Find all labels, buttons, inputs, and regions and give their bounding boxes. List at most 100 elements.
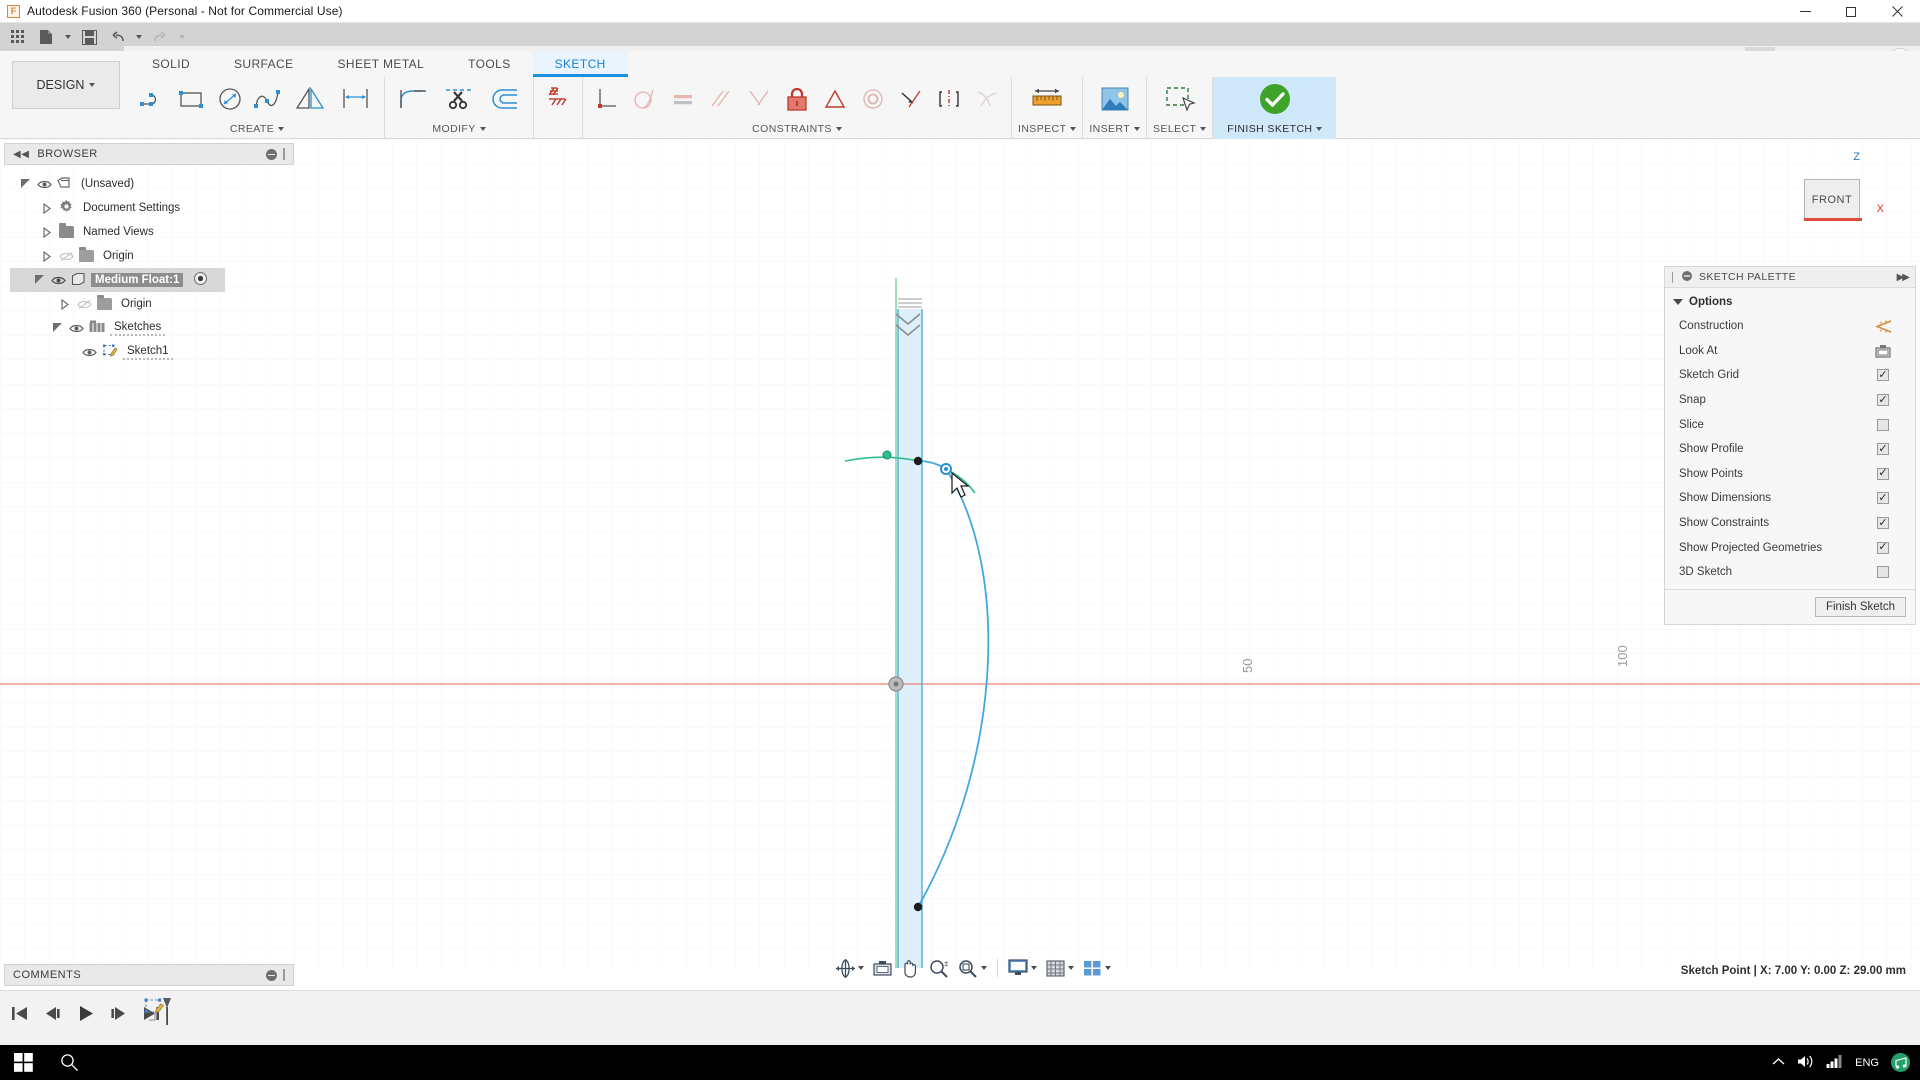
tree-node-named-views[interactable]: Named Views	[10, 220, 310, 244]
grid-snaps-button[interactable]	[1042, 956, 1078, 980]
timeline-step-forward[interactable]	[107, 1002, 129, 1024]
insert-image-tool[interactable]	[1093, 79, 1137, 119]
show-hidden-icons-chevron[interactable]	[1772, 1057, 1785, 1069]
file-dropdown[interactable]	[61, 25, 74, 49]
view-cube-front-face[interactable]: FRONT	[1804, 179, 1862, 221]
trim-tool[interactable]	[437, 79, 481, 119]
expander-open-icon[interactable]	[50, 322, 64, 333]
finish-sketch-button[interactable]: Finish Sketch	[1814, 596, 1906, 617]
maximize-button[interactable]	[1828, 0, 1874, 23]
palette-expand-icon[interactable]: ▶▶	[1897, 272, 1910, 283]
palette-row-3d-sketch[interactable]: 3D Sketch	[1665, 560, 1915, 585]
midpoint-constraint[interactable]	[817, 79, 853, 119]
visibility-eye-off-icon[interactable]	[77, 299, 92, 310]
finish-sketch-tool[interactable]	[1253, 79, 1297, 119]
palette-row-show-dimensions[interactable]: Show Dimensions	[1665, 486, 1915, 511]
expander-closed-icon[interactable]	[58, 298, 72, 310]
palette-dock-icon[interactable]	[1682, 270, 1692, 284]
show-points-checkbox[interactable]	[1877, 467, 1889, 480]
comments-minimize-icon[interactable]	[266, 969, 277, 981]
display-mode-button[interactable]	[1004, 956, 1041, 980]
tangent-constraint[interactable]	[627, 79, 663, 119]
sketch-dimension-tool[interactable]	[334, 79, 378, 119]
measure-tool[interactable]	[1025, 79, 1069, 119]
palette-row-slice[interactable]: Slice	[1665, 412, 1915, 437]
close-button[interactable]	[1874, 0, 1920, 23]
mirror-tool[interactable]	[288, 79, 332, 119]
minimize-button[interactable]	[1782, 0, 1828, 23]
offset-tool[interactable]	[483, 79, 527, 119]
palette-row-construction[interactable]: Construction	[1665, 314, 1915, 339]
app-grid-button[interactable]	[5, 25, 31, 49]
show-dimensions-checkbox[interactable]	[1877, 492, 1889, 505]
circle-tool[interactable]	[212, 79, 248, 119]
show-projected-geometries-checkbox[interactable]	[1877, 541, 1889, 554]
visibility-eye-icon[interactable]	[82, 347, 97, 358]
construction-icon[interactable]	[1860, 320, 1906, 333]
curvature-constraint[interactable]	[969, 79, 1005, 119]
perpendicular-constraint[interactable]	[589, 79, 625, 119]
look-at-button[interactable]	[869, 956, 896, 980]
network-icon[interactable]	[1826, 1054, 1843, 1072]
expander-open-icon[interactable]	[32, 274, 46, 285]
collapse-left-icon[interactable]: ◀◀	[13, 149, 29, 160]
palette-row-show-profile[interactable]: Show Profile	[1665, 437, 1915, 462]
pan-button[interactable]	[897, 956, 924, 980]
browser-resize-grip[interactable]	[283, 148, 285, 160]
timeline-feature-sketch1[interactable]	[144, 998, 174, 1032]
tree-node-unsaved[interactable]: (Unsaved)	[10, 172, 310, 196]
show-constraints-checkbox[interactable]	[1877, 517, 1889, 530]
expander-open-icon[interactable]	[18, 178, 32, 189]
palette-grip[interactable]	[1672, 271, 1675, 283]
expander-closed-icon[interactable]	[40, 226, 54, 238]
ribbon-group-select-label[interactable]: SELECT	[1153, 121, 1207, 137]
show-profile-checkbox[interactable]	[1877, 443, 1889, 456]
select-tool[interactable]	[1158, 79, 1202, 119]
palette-row-sketch-grid[interactable]: Sketch Grid	[1665, 363, 1915, 388]
view-cube[interactable]: Z X FRONT	[1790, 151, 1884, 243]
slice-checkbox[interactable]	[1877, 418, 1889, 431]
start-button[interactable]	[0, 1045, 46, 1080]
visibility-eye-icon[interactable]	[51, 275, 66, 286]
palette-row-look-at[interactable]: Look At	[1665, 339, 1915, 364]
volume-icon[interactable]	[1797, 1054, 1814, 1072]
parallel-constraint[interactable]	[703, 79, 739, 119]
line-tool[interactable]	[136, 79, 172, 119]
activate-component-radio[interactable]	[194, 272, 208, 288]
ribbon-group-constraints-label[interactable]: CONSTRAINTS	[752, 121, 842, 137]
visibility-eye-off-icon[interactable]	[59, 251, 74, 262]
ribbon-group-create-label[interactable]: CREATE	[230, 121, 285, 137]
comments-resize-grip[interactable]	[283, 969, 285, 981]
ribbon-group-finish-sketch-label[interactable]: FINISH SKETCH	[1227, 121, 1323, 137]
tree-node-origin-root[interactable]: Origin	[10, 244, 310, 268]
tree-node-medium-float[interactable]: Medium Float:1	[10, 268, 225, 292]
symmetry-constraint[interactable]	[931, 79, 967, 119]
concentric-constraint[interactable]	[855, 79, 891, 119]
fit-button[interactable]	[954, 956, 991, 980]
visibility-eye-icon[interactable]	[69, 323, 84, 334]
action-center-icon[interactable]	[1891, 1053, 1910, 1072]
3d-sketch-checkbox[interactable]	[1877, 566, 1889, 579]
palette-row-show-points[interactable]: Show Points	[1665, 462, 1915, 487]
ribbon-group-finish-sketch[interactable]: FINISH SKETCH	[1213, 77, 1337, 139]
palette-row-show-constraints[interactable]: Show Constraints	[1665, 511, 1915, 536]
ribbon-group-insert-label[interactable]: INSERT	[1089, 121, 1141, 137]
tree-node-sketch1[interactable]: Sketch1	[10, 340, 310, 364]
spline-tool[interactable]	[250, 79, 286, 119]
language-indicator[interactable]: ENG	[1855, 1057, 1879, 1069]
expander-closed-icon[interactable]	[40, 250, 54, 262]
expander-closed-icon[interactable]	[40, 202, 54, 214]
tab-solid[interactable]: SOLID	[130, 51, 212, 77]
timeline-step-back[interactable]	[41, 1002, 63, 1024]
collinear-constraint[interactable]	[741, 79, 777, 119]
fillet-tool[interactable]	[391, 79, 435, 119]
viewports-button[interactable]	[1079, 956, 1115, 980]
visibility-eye-icon[interactable]	[37, 179, 52, 190]
tab-tools[interactable]: TOOLS	[446, 51, 532, 77]
ribbon-group-modify-label[interactable]: MODIFY	[432, 121, 486, 137]
palette-row-snap[interactable]: Snap	[1665, 388, 1915, 413]
coincident-constraint[interactable]	[893, 79, 929, 119]
file-button[interactable]	[33, 25, 59, 49]
tab-sketch[interactable]: SKETCH	[532, 51, 628, 77]
save-button[interactable]	[76, 25, 102, 49]
